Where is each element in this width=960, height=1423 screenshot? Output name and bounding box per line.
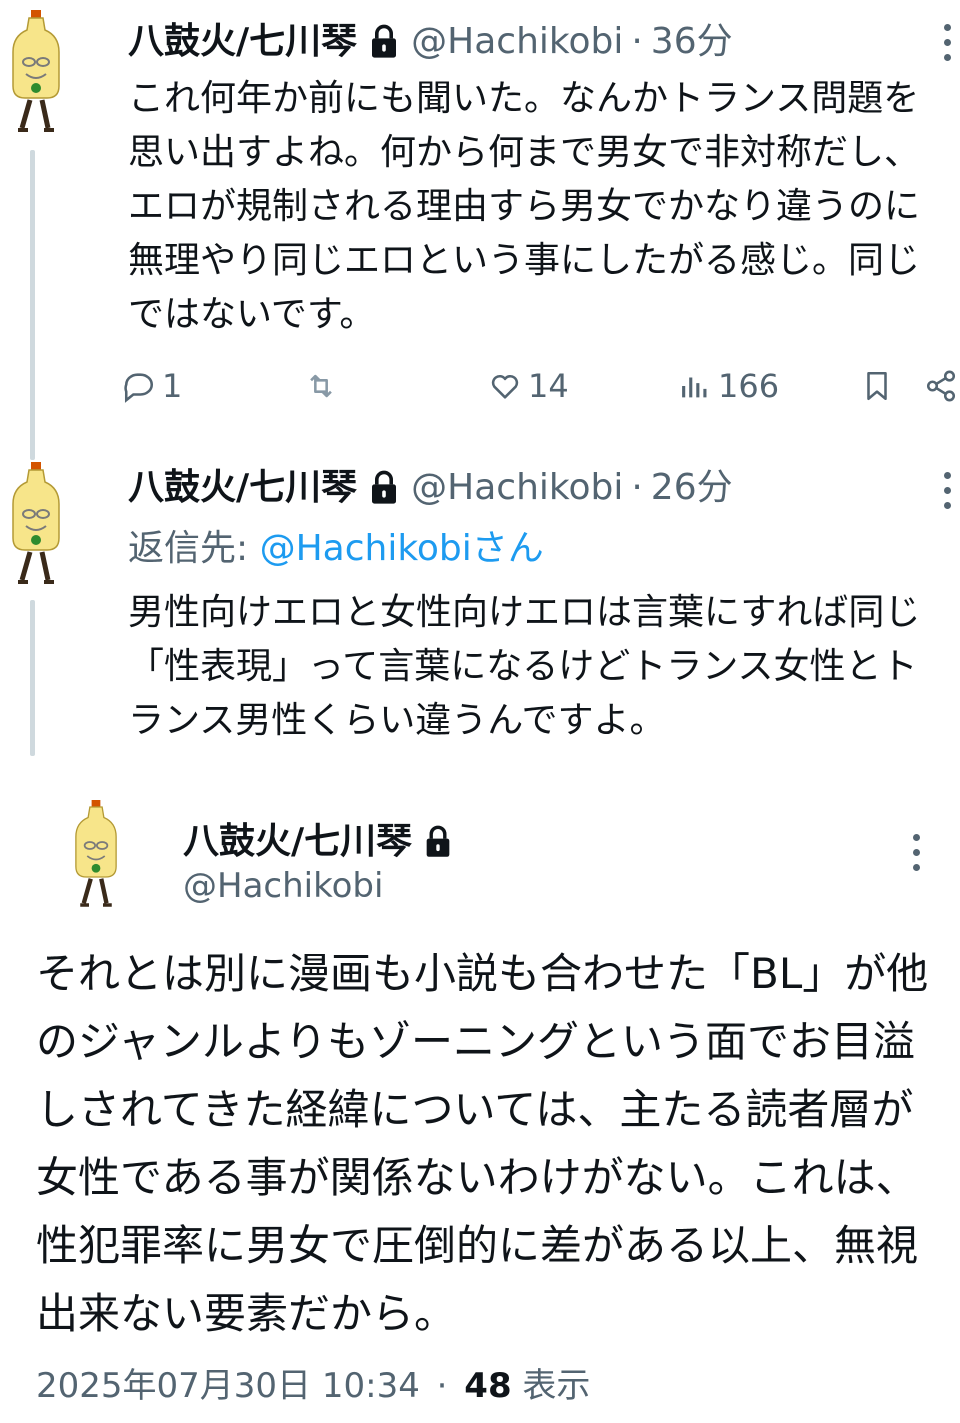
views-count: 48: [464, 1366, 512, 1406]
tweet-header: 八鼓火/七川琴 @Hachikobi · 36分: [128, 20, 733, 64]
tweet-text: これ何年か前にも聞いた。なんかトランス問題を思い出すよね。何から何まで男女で非対…: [128, 78, 921, 335]
avatar[interactable]: [68, 796, 124, 916]
more-icon[interactable]: [941, 472, 953, 516]
share-button[interactable]: [924, 364, 958, 408]
timestamp[interactable]: 26分: [651, 466, 733, 510]
display-name[interactable]: 八鼓火/七川琴: [183, 820, 412, 864]
bookmark-button[interactable]: [860, 364, 894, 408]
more-icon[interactable]: [910, 834, 922, 878]
share-icon: [926, 370, 956, 402]
tweet-meta: 2025年07月30日 10:34 · 48 表示: [36, 1364, 590, 1408]
thread-line: [30, 600, 35, 756]
lock-icon: [369, 24, 399, 60]
action-bar: 1 14 166: [118, 364, 960, 408]
display-name[interactable]: 八鼓火/七川琴: [128, 20, 357, 64]
separator-dot: ·: [631, 21, 643, 62]
reply-mention-link[interactable]: @Hachikobiさん: [260, 528, 544, 569]
avatar[interactable]: [4, 462, 68, 590]
views-button[interactable]: 166: [678, 364, 779, 408]
lock-icon: [369, 470, 399, 506]
timestamp[interactable]: 36分: [651, 20, 733, 64]
tweet-text: 男性向けエロと女性向けエロは言葉にすれば同じ「性表現」って言葉になるけどトランス…: [128, 592, 921, 741]
display-name[interactable]: 八鼓火/七川琴: [128, 466, 357, 510]
bookmark-icon: [867, 371, 887, 401]
thread-line: [30, 150, 35, 460]
main-display-name-row: 八鼓火/七川琴: [183, 820, 464, 864]
like-icon: [491, 374, 519, 399]
avatar[interactable]: [4, 10, 68, 138]
user-handle[interactable]: @Hachikobi: [411, 20, 623, 64]
reply-button[interactable]: 1: [122, 364, 182, 408]
separator-dot: ·: [631, 467, 643, 508]
reply-count: 1: [162, 367, 183, 405]
reply-to-label: 返信先:: [128, 528, 260, 569]
views-icon: [682, 377, 707, 398]
tweet-header: 八鼓火/七川琴 @Hachikobi · 26分: [128, 466, 733, 510]
user-handle[interactable]: @Hachikobi: [411, 466, 623, 510]
more-icon[interactable]: [941, 24, 953, 68]
main-tweet-text: それとは別に漫画も小説も合わせた「BL」が他のジャンルよりもゾーニングという面で…: [36, 949, 929, 1338]
post-date[interactable]: 2025年07月30日 10:34: [36, 1366, 420, 1406]
views-label: 表示: [511, 1366, 591, 1406]
reply-icon: [124, 373, 153, 403]
views-count: 166: [718, 367, 780, 405]
retweet-icon: [310, 374, 332, 398]
lock-icon: [424, 825, 452, 859]
like-count: 14: [528, 367, 569, 405]
retweet-button[interactable]: [304, 364, 344, 408]
replying-to: 返信先: @Hachikobiさん: [128, 526, 544, 572]
user-handle[interactable]: @Hachikobi: [183, 864, 383, 908]
separator-dot: ·: [436, 1366, 448, 1406]
like-button[interactable]: 14: [488, 364, 569, 408]
